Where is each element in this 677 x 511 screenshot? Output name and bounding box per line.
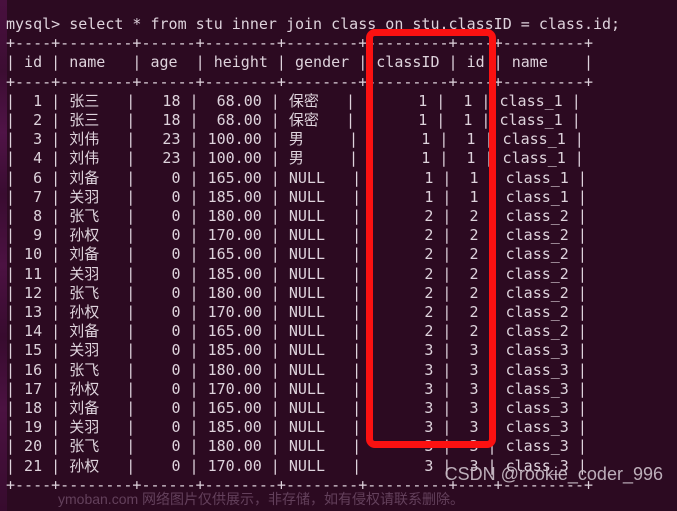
- site-notice-watermark: ymoban.com 网络图片仅供展示，非存储，如有侵权请联系删除。: [58, 490, 465, 507]
- terminal-output: mysql> select * from stu inner join clas…: [6, 15, 621, 494]
- terminal-window[interactable]: mysql> select * from stu inner join clas…: [0, 0, 677, 511]
- csdn-author-watermark: CSDN @rookie_coder_996: [444, 463, 663, 484]
